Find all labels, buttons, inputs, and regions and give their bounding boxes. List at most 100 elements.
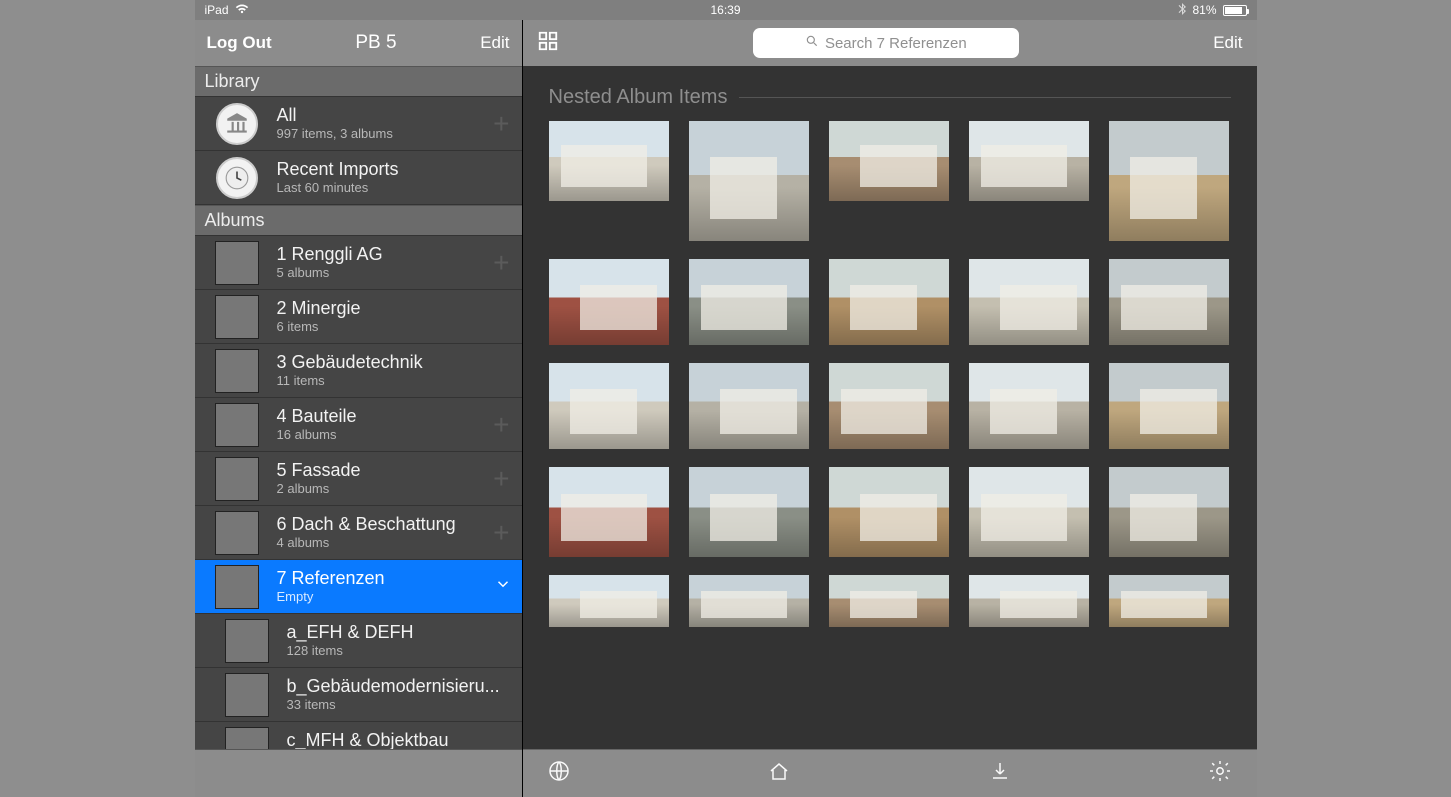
album-label: 3 Gebäudetechnik — [277, 353, 512, 373]
sidebar-bottom-bar — [195, 749, 522, 797]
library-row-all[interactable]: All 997 items, 3 albums + — [195, 97, 522, 151]
logout-button[interactable]: Log Out — [207, 33, 272, 53]
photo-thumb[interactable] — [549, 121, 669, 241]
battery-pct: 81% — [1192, 3, 1216, 17]
album-thumb — [215, 457, 259, 501]
album-sub: 11 items — [277, 373, 512, 388]
photo-thumb[interactable] — [829, 575, 949, 627]
device-label: iPad — [205, 3, 229, 17]
photo-thumb[interactable] — [689, 259, 809, 345]
library-all-sub: 997 items, 3 albums — [277, 126, 494, 141]
photo-thumb[interactable] — [829, 121, 949, 241]
content-pane: Search 7 Referenzen Edit Nested Album It… — [523, 20, 1257, 797]
album-label: 1 Renggli AG — [277, 245, 494, 265]
album-sub: 4 albums — [277, 535, 494, 550]
expand-icon[interactable]: + — [493, 517, 511, 549]
expand-icon[interactable]: + — [493, 463, 511, 495]
album-thumb — [215, 565, 259, 609]
app-window: iPad 16:39 81% Log Out PB 5 Edit Library — [195, 0, 1257, 797]
photo-thumb[interactable] — [1109, 575, 1229, 627]
album-row[interactable]: a_EFH & DEFH128 items — [195, 614, 522, 668]
photo-thumb[interactable] — [1109, 121, 1229, 241]
album-label: 5 Fassade — [277, 461, 494, 481]
gear-icon[interactable] — [1208, 759, 1232, 788]
library-all-label: All — [277, 106, 494, 126]
photo-thumb[interactable] — [969, 363, 1089, 449]
grid-section-header: Nested Album Items — [523, 66, 1257, 117]
search-input[interactable]: Search 7 Referenzen — [753, 28, 1019, 58]
home-icon[interactable] — [767, 759, 791, 788]
chevron-down-icon[interactable] — [494, 575, 512, 598]
album-label: a_EFH & DEFH — [287, 623, 512, 643]
photo-thumb[interactable] — [829, 259, 949, 345]
expand-icon[interactable]: + — [493, 409, 511, 441]
album-thumb — [215, 241, 259, 285]
clock-icon — [216, 157, 258, 199]
library-row-recent[interactable]: Recent Imports Last 60 minutes — [195, 151, 522, 205]
album-thumb — [225, 619, 269, 663]
sidebar-header: Log Out PB 5 Edit — [195, 20, 522, 66]
content-edit-button[interactable]: Edit — [1213, 33, 1242, 53]
library-icon — [216, 103, 258, 145]
library-recent-sub: Last 60 minutes — [277, 180, 512, 195]
album-label: 7 Referenzen — [277, 569, 494, 589]
album-row[interactable]: 5 Fassade2 albums+ — [195, 452, 522, 506]
album-sub: 33 items — [287, 697, 512, 712]
album-thumb — [215, 349, 259, 393]
photo-thumb[interactable] — [549, 259, 669, 345]
album-sub: Empty — [277, 589, 494, 604]
photo-thumb[interactable] — [689, 363, 809, 449]
photo-thumb[interactable] — [829, 467, 949, 557]
album-label: 2 Minergie — [277, 299, 512, 319]
photo-thumb[interactable] — [829, 363, 949, 449]
album-sub: 16 albums — [277, 427, 494, 442]
photo-thumb[interactable] — [549, 467, 669, 557]
album-list: 1 Renggli AG5 albums+2 Minergie6 items3 … — [195, 236, 522, 749]
photo-thumb[interactable] — [969, 575, 1089, 627]
album-label: 4 Bauteile — [277, 407, 494, 427]
library-recent-label: Recent Imports — [277, 160, 512, 180]
globe-icon[interactable] — [547, 759, 571, 788]
wifi-icon — [235, 3, 249, 17]
expand-icon[interactable]: + — [493, 108, 511, 140]
album-label: c_MFH & Objektbau — [287, 731, 512, 749]
album-thumb — [215, 403, 259, 447]
sidebar-edit-button[interactable]: Edit — [480, 33, 509, 53]
album-thumb — [215, 295, 259, 339]
photo-thumb[interactable] — [689, 467, 809, 557]
album-row[interactable]: 1 Renggli AG5 albums+ — [195, 236, 522, 290]
photo-thumb[interactable] — [969, 259, 1089, 345]
photo-thumb[interactable] — [969, 467, 1089, 557]
album-row[interactable]: 4 Bauteile16 albums+ — [195, 398, 522, 452]
album-row[interactable]: 6 Dach & Beschattung4 albums+ — [195, 506, 522, 560]
section-albums: Albums — [195, 205, 522, 236]
album-sub: 2 albums — [277, 481, 494, 496]
photo-thumb[interactable] — [689, 121, 809, 241]
album-label: 6 Dach & Beschattung — [277, 515, 494, 535]
photo-thumb[interactable] — [689, 575, 809, 627]
photo-grid[interactable] — [523, 117, 1257, 749]
photo-thumb[interactable] — [969, 121, 1089, 241]
photo-thumb[interactable] — [549, 575, 669, 627]
photo-thumb[interactable] — [1109, 467, 1229, 557]
album-thumb — [225, 727, 269, 750]
album-sub: 6 items — [277, 319, 512, 334]
search-placeholder: Search 7 Referenzen — [825, 35, 967, 52]
album-row[interactable]: 7 ReferenzenEmpty — [195, 560, 522, 614]
download-icon[interactable] — [988, 759, 1012, 788]
bluetooth-icon — [1178, 3, 1186, 18]
bottom-toolbar — [523, 749, 1257, 797]
album-row[interactable]: c_MFH & Objektbau45 items — [195, 722, 522, 749]
photo-thumb[interactable] — [549, 363, 669, 449]
sidebar: Log Out PB 5 Edit Library All 997 items,… — [195, 20, 523, 797]
album-row[interactable]: b_Gebäudemodernisieru...33 items — [195, 668, 522, 722]
content-header: Search 7 Referenzen Edit — [523, 20, 1257, 66]
album-thumb — [225, 673, 269, 717]
photo-thumb[interactable] — [1109, 259, 1229, 345]
grid-view-button[interactable] — [537, 30, 559, 57]
expand-icon[interactable]: + — [493, 247, 511, 279]
album-label: b_Gebäudemodernisieru... — [287, 677, 512, 697]
photo-thumb[interactable] — [1109, 363, 1229, 449]
album-row[interactable]: 3 Gebäudetechnik11 items — [195, 344, 522, 398]
album-row[interactable]: 2 Minergie6 items — [195, 290, 522, 344]
